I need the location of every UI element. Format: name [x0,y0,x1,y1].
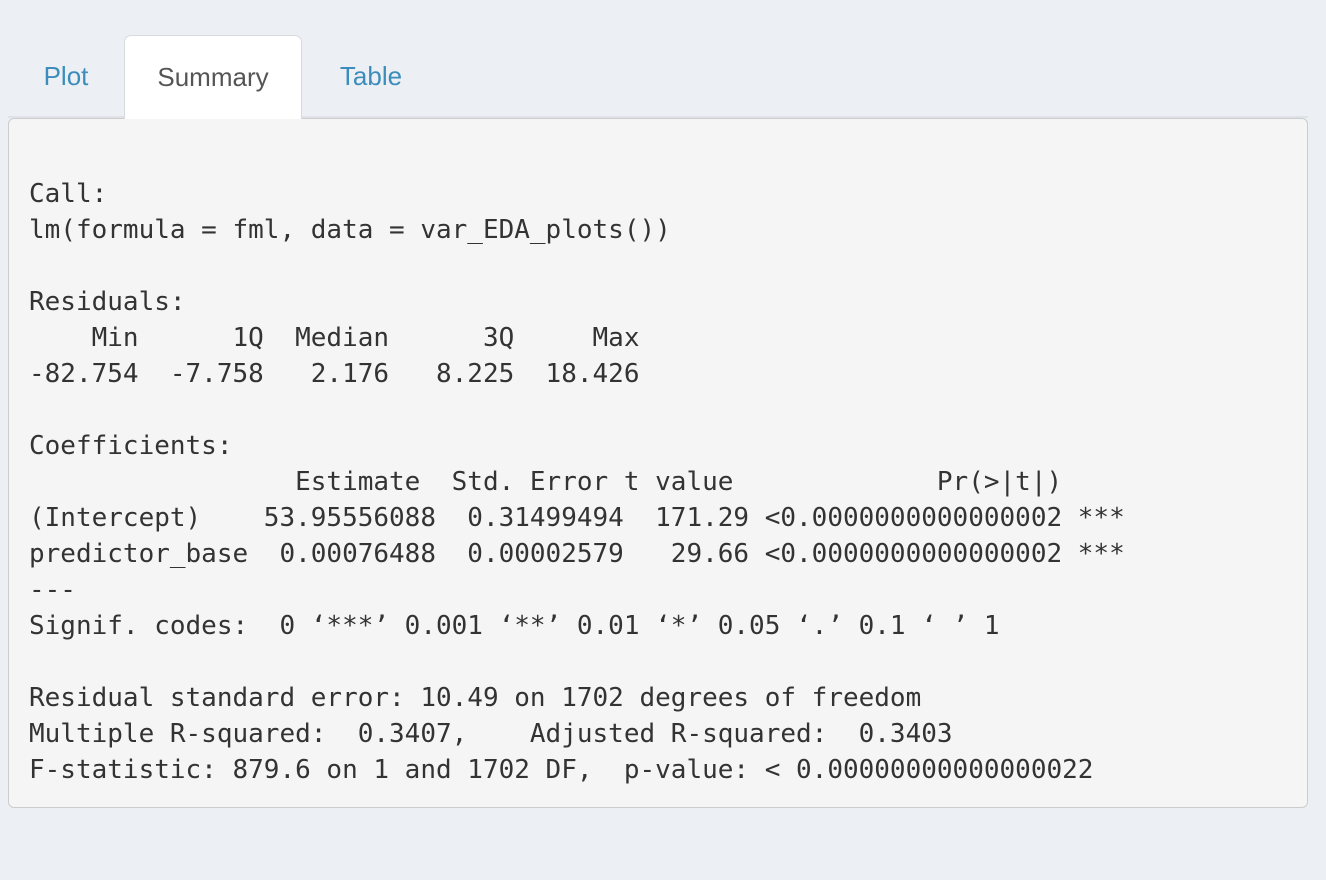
summary-line-separator: --- [29,575,76,605]
summary-line-coef-intercept: (Intercept) 53.95556088 0.31499494 171.2… [29,503,1125,533]
summary-line-call-formula: lm(formula = fml, data = var_EDA_plots()… [29,215,671,245]
summary-line [29,392,1125,428]
summary-output-panel: Call: lm(formula = fml, data = var_EDA_pl… [8,118,1308,808]
summary-line-residual-se: Residual standard error: 10.49 on 1702 d… [29,683,922,713]
summary-line [29,644,1125,680]
summary-line-residuals-header: Min 1Q Median 3Q Max [29,323,656,353]
tab-bar: Plot Summary Table [8,34,1308,119]
summary-line-coef-predictor: predictor_base 0.00076488 0.00002579 29.… [29,539,1125,569]
summary-line-call-label: Call: [29,179,108,209]
tab-summary[interactable]: Summary [124,35,302,119]
summary-line-coefficients-label: Coefficients: [29,431,233,461]
summary-line-coefficients-header: Estimate Std. Error t value Pr(>|t|) [29,467,1125,497]
summary-line-r-squared: Multiple R-squared: 0.3407, Adjusted R-s… [29,719,969,749]
summary-line-f-statistic: F-statistic: 879.6 on 1 and 1702 DF, p-v… [29,755,1094,785]
summary-line-signif-codes: Signif. codes: 0 ‘***’ 0.001 ‘**’ 0.01 ‘… [29,611,1000,641]
summary-line [29,248,1125,284]
summary-line-residuals-values: -82.754 -7.758 2.176 8.225 18.426 [29,359,656,389]
summary-line-residuals-label: Residuals: [29,287,186,317]
summary-line [29,140,1125,176]
model-summary-text: Call: lm(formula = fml, data = var_EDA_pl… [29,140,1125,788]
tab-plot[interactable]: Plot [8,35,124,117]
tab-table[interactable]: Table [302,35,440,117]
